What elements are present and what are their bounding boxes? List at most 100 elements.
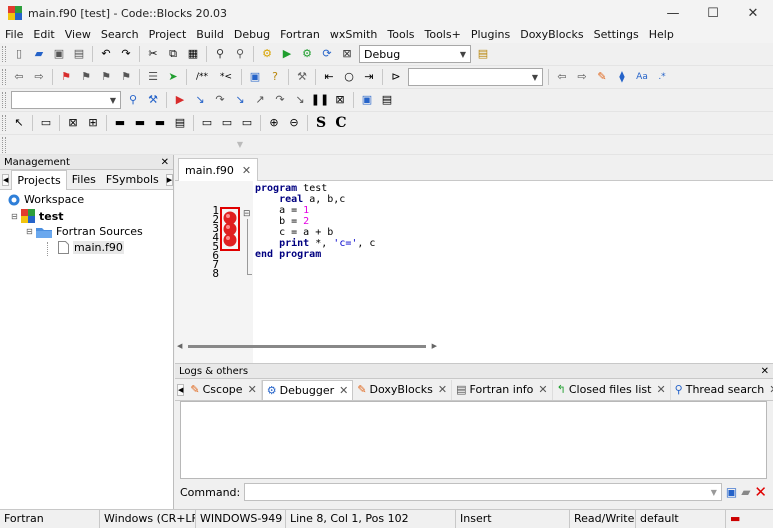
doc-window-icon[interactable]: ▣ [247,69,263,85]
zoom-in-icon[interactable]: ⊕ [266,115,282,131]
menu-tools-plus[interactable]: Tools+ [420,28,466,41]
tab-scroll-left-icon[interactable]: ◀ [177,383,185,396]
close-panel-icon[interactable]: ✕ [161,157,169,168]
copy-icon[interactable]: ⧉ [165,46,181,62]
tab-scroll-left-icon[interactable]: ◀ [2,173,10,186]
maximize-button[interactable]: ☐ [693,0,733,26]
jump-start-icon[interactable]: ⇤ [321,69,337,85]
menu-search[interactable]: Search [96,28,144,41]
empty-select[interactable]: ▼ [11,136,247,154]
highlight-icon[interactable]: ✎ [594,69,610,85]
tab-doxyblocks[interactable]: ✎ DoxyBlocks ✕ [353,379,453,400]
jump-icon[interactable]: ➤ [165,69,181,85]
paste-icon[interactable]: ▦ [185,46,201,62]
tab-debugger[interactable]: ⚙ Debugger ✕ [261,379,354,400]
forward-icon[interactable]: ⇨ [31,69,47,85]
menu-build[interactable]: Build [191,28,229,41]
step-into-icon[interactable]: ↘ [232,92,248,108]
menu-edit[interactable]: Edit [28,28,59,41]
regex-icon[interactable]: .* [654,69,670,85]
menu-doxyblocks[interactable]: DoxyBlocks [515,28,588,41]
clear-icon[interactable]: ✕ [754,483,767,501]
menu-plugins[interactable]: Plugins [466,28,515,41]
tab-thread-search[interactable]: ⚲ Thread search ✕ [671,380,773,400]
resize-2-icon[interactable]: ▭ [219,115,235,131]
menu-project[interactable]: Project [144,28,192,41]
bookmark-toggle-icon[interactable]: ⚑ [58,69,74,85]
toolbar-grip[interactable] [2,115,6,131]
bookmark-next-icon[interactable]: ⚑ [98,69,114,85]
nav-forward-icon[interactable]: ⇨ [574,69,590,85]
close-panel-icon[interactable]: ✕ [761,366,769,377]
close-tab-icon[interactable]: ✕ [339,384,348,397]
toolbar-grip[interactable] [2,69,6,85]
jump-end-icon[interactable]: ⇥ [361,69,377,85]
toolbar-grip[interactable] [2,46,6,62]
scroll-thumb[interactable] [188,344,426,348]
c-button[interactable]: C [333,115,349,131]
layout-1-icon[interactable]: ▬ [112,115,128,131]
tab-projects[interactable]: Projects [11,169,67,190]
close-tab-icon[interactable]: ✕ [538,383,547,396]
target-options-icon[interactable]: ▤ [475,46,491,62]
close-tab-icon[interactable]: ✕ [248,383,257,396]
menu-tools[interactable]: Tools [382,28,419,41]
layout-2-icon[interactable]: ▬ [132,115,148,131]
run-icon[interactable]: ▶ [279,46,295,62]
redo-icon[interactable]: ↷ [118,46,134,62]
stop-debug-icon[interactable]: ⊠ [332,92,348,108]
save-icon[interactable]: ▣ [51,46,67,62]
menu-wxsmith[interactable]: wxSmith [325,28,383,41]
command-input[interactable]: ▼ [244,483,722,501]
collapse-icon[interactable]: ⊟ [11,212,21,221]
stop-build-icon[interactable]: ⊠ [339,46,355,62]
minimize-button[interactable]: — [653,0,693,26]
layout-4-icon[interactable]: ▤ [172,115,188,131]
close-tab-icon[interactable]: ✕ [656,383,665,396]
collapse-icon[interactable]: ⊟ [26,227,36,236]
layout-3-icon[interactable]: ▬ [152,115,168,131]
folder-icon[interactable]: ▰ [741,485,750,499]
debug-info-icon[interactable]: ▤ [379,92,395,108]
fold-toggle-icon[interactable]: ⊟ [243,209,251,219]
run-to-cursor-icon[interactable]: ↘ [192,92,208,108]
bookmark-clear-icon[interactable]: ⚑ [118,69,134,85]
next-line-icon[interactable]: ↷ [212,92,228,108]
close-tab-icon[interactable]: ✕ [242,164,251,177]
chevron-down-icon[interactable]: ▼ [711,488,717,497]
debug-start-icon[interactable]: ▶ [172,92,188,108]
zoom-out-icon[interactable]: ⊖ [286,115,302,131]
build-target-select[interactable]: Debug ▼ [359,45,471,63]
tree-item-project[interactable]: ⊟ test [11,209,64,223]
tab-fortran-info[interactable]: ▤ Fortran info ✕ [452,379,553,400]
menu-debug[interactable]: Debug [229,28,275,41]
breakpoint-icon[interactable] [223,233,237,247]
dialog-icon[interactable]: ⊠ [65,115,81,131]
menu-fortran[interactable]: Fortran [275,28,325,41]
scroll-right-icon[interactable]: ▶ [432,342,437,350]
toolbar-grip[interactable] [2,92,6,108]
horizontal-scrollbar[interactable]: ◀ ▶ [177,340,437,352]
debug-windows-icon[interactable]: ▣ [359,92,375,108]
comment-icon[interactable]: /** [192,69,212,85]
zoom-search-icon[interactable]: ⚲ [125,92,141,108]
line-gutter[interactable]: 1 2 3 4 5 6 7 8 ⊟ [175,181,253,363]
scope-select[interactable]: ▼ [11,91,121,109]
build-and-run-icon[interactable]: ⚙ [299,46,315,62]
s-button[interactable]: S [313,115,329,131]
match-case-icon[interactable]: Aa [634,69,650,85]
menu-settings[interactable]: Settings [589,28,644,41]
tab-fsymbols[interactable]: FSymbols [101,170,164,190]
bookmark-prev-icon[interactable]: ⚑ [78,69,94,85]
back-icon[interactable]: ⇦ [11,69,27,85]
code-completion-icon[interactable]: ⊳ [388,69,404,85]
tree-item-file[interactable]: main.f90 [58,241,124,254]
toolbar-grip[interactable] [2,136,6,153]
uncomment-icon[interactable]: *< [216,69,236,85]
close-window-button[interactable]: ✕ [733,0,773,26]
new-file-icon[interactable]: ▯ [11,46,27,62]
tab-scroll-right-icon[interactable]: ▶ [165,173,174,186]
next-instruction-icon[interactable]: ↷ [272,92,288,108]
close-tab-icon[interactable]: ✕ [438,383,447,396]
scroll-left-icon[interactable]: ◀ [177,342,182,350]
